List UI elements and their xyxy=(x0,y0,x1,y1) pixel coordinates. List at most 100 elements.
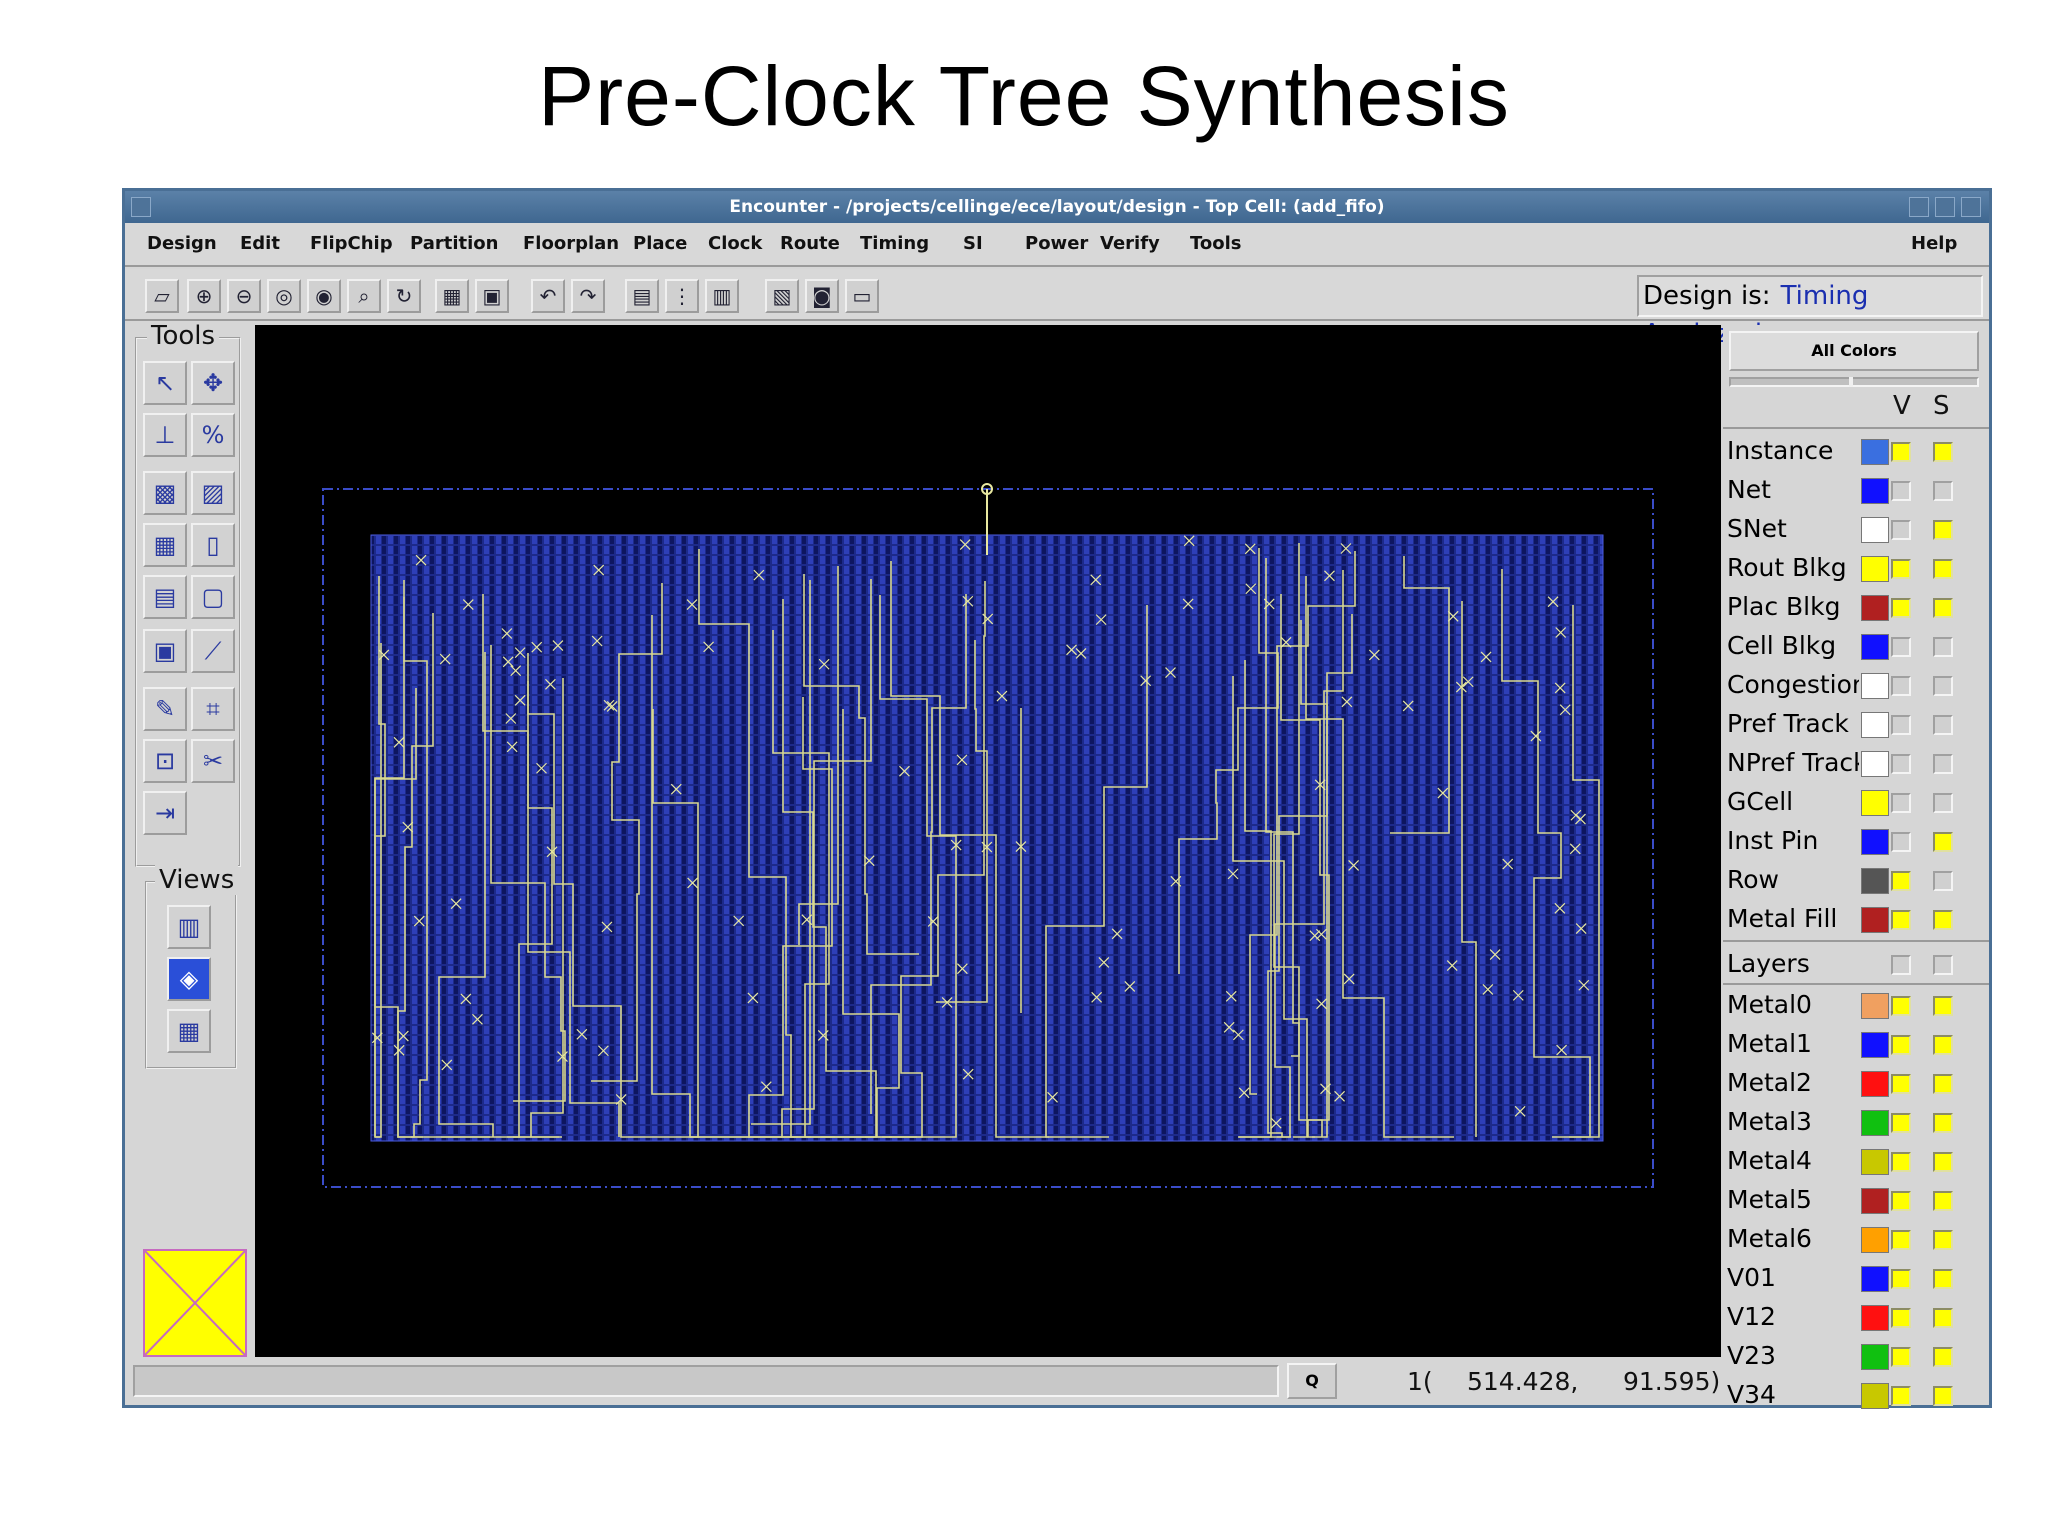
window-titlebar[interactable]: Encounter - /projects/cellinge/ece/layou… xyxy=(125,191,1989,223)
layout-canvas[interactable] xyxy=(255,325,1721,1357)
minimize-button[interactable] xyxy=(1909,197,1929,217)
summary-report-icon[interactable]: ▤ xyxy=(625,279,659,313)
wire-icon[interactable]: ⟋ xyxy=(191,629,235,673)
visible-checkbox[interactable] xyxy=(1891,754,1911,774)
color-swatch[interactable] xyxy=(1861,1227,1889,1253)
percent-icon[interactable]: % xyxy=(191,413,235,457)
add-pin-icon[interactable]: ⇥ xyxy=(143,791,187,835)
zoom-in-icon[interactable]: ⊕ xyxy=(187,279,221,313)
physical-view-icon[interactable]: ▦ xyxy=(167,1009,211,1053)
menu-si[interactable]: SI xyxy=(963,233,983,254)
zoom-previous-icon[interactable]: ⌕ xyxy=(347,279,381,313)
layers-visible-all-checkbox[interactable] xyxy=(1891,955,1911,975)
menu-floorplan[interactable]: Floorplan xyxy=(523,233,619,254)
layer-row-congestion[interactable]: Congestion xyxy=(1723,665,1989,704)
menu-power[interactable]: Power xyxy=(1025,233,1088,254)
resize-icon[interactable]: ▯ xyxy=(191,523,235,567)
color-swatch[interactable] xyxy=(1861,634,1889,660)
visible-checkbox[interactable] xyxy=(1891,1074,1911,1094)
color-swatch[interactable] xyxy=(1861,556,1889,582)
selectable-checkbox[interactable] xyxy=(1933,637,1953,657)
visible-checkbox[interactable] xyxy=(1891,520,1911,540)
selectable-checkbox[interactable] xyxy=(1933,442,1953,462)
layer-row-metal1[interactable]: Metal1 xyxy=(1723,1024,1989,1063)
selectable-checkbox[interactable] xyxy=(1933,910,1953,930)
layer-row-metal4[interactable]: Metal4 xyxy=(1723,1141,1989,1180)
color-swatch[interactable] xyxy=(1861,478,1889,504)
selectable-checkbox[interactable] xyxy=(1933,1308,1953,1328)
menu-route[interactable]: Route xyxy=(780,233,840,254)
layer-row-row[interactable]: Row xyxy=(1723,860,1989,899)
selectable-checkbox[interactable] xyxy=(1933,1347,1953,1367)
layer-row-net[interactable]: Net xyxy=(1723,470,1989,509)
place-instance-icon[interactable]: ▩ xyxy=(143,471,187,515)
query-button[interactable]: Q xyxy=(1287,1363,1337,1399)
zoom-fit-icon[interactable]: ◎ xyxy=(267,279,301,313)
layer-row-cell-blkg[interactable]: Cell Blkg xyxy=(1723,626,1989,665)
layer-row-v23[interactable]: V23 xyxy=(1723,1336,1989,1375)
layer-row-snet[interactable]: SNet xyxy=(1723,509,1989,548)
layer-row-metal0[interactable]: Metal0 xyxy=(1723,985,1989,1024)
grid-icon[interactable]: ▦ xyxy=(143,523,187,567)
layout-thumbnail[interactable] xyxy=(143,1249,247,1357)
selectable-checkbox[interactable] xyxy=(1933,754,1953,774)
menu-timing[interactable]: Timing xyxy=(860,233,929,254)
menu-design[interactable]: Design xyxy=(147,233,217,254)
visible-checkbox[interactable] xyxy=(1891,598,1911,618)
layer-row-pref-track[interactable]: Pref Track xyxy=(1723,704,1989,743)
layer-row-metal2[interactable]: Metal2 xyxy=(1723,1063,1989,1102)
copy-row-icon[interactable]: ▢ xyxy=(191,575,235,619)
visible-checkbox[interactable] xyxy=(1891,1035,1911,1055)
selectable-checkbox[interactable] xyxy=(1933,676,1953,696)
menu-help[interactable]: Help xyxy=(1911,233,1957,254)
visible-checkbox[interactable] xyxy=(1891,1269,1911,1289)
selectable-checkbox[interactable] xyxy=(1933,1386,1953,1406)
all-colors-button[interactable]: All Colors xyxy=(1729,331,1979,371)
menu-tools[interactable]: Tools xyxy=(1190,233,1242,254)
visible-checkbox[interactable] xyxy=(1891,1308,1911,1328)
selectable-checkbox[interactable] xyxy=(1933,1152,1953,1172)
selectable-checkbox[interactable] xyxy=(1933,871,1953,891)
color-swatch[interactable] xyxy=(1861,868,1889,894)
color-swatch[interactable] xyxy=(1861,439,1889,465)
ruler-icon[interactable]: ⊥ xyxy=(143,413,187,457)
clipboard-icon[interactable]: ▧ xyxy=(765,279,799,313)
layer-row-gcell[interactable]: GCell xyxy=(1723,782,1989,821)
layer-row-metal-fill[interactable]: Metal Fill xyxy=(1723,899,1989,938)
move-icon[interactable]: ✥ xyxy=(191,361,235,405)
maximize-button[interactable] xyxy=(1935,197,1955,217)
menu-place[interactable]: Place xyxy=(633,233,687,254)
place-module-icon[interactable]: ▨ xyxy=(191,471,235,515)
visible-checkbox[interactable] xyxy=(1891,481,1911,501)
design-browser-icon[interactable]: ⋮ xyxy=(665,279,699,313)
selectable-checkbox[interactable] xyxy=(1933,598,1953,618)
selectable-checkbox[interactable] xyxy=(1933,1191,1953,1211)
refresh-icon[interactable]: ↻ xyxy=(387,279,421,313)
stretch-icon[interactable]: ⊡ xyxy=(143,739,187,783)
color-swatch[interactable] xyxy=(1861,993,1889,1019)
visible-checkbox[interactable] xyxy=(1891,910,1911,930)
layer-row-v34[interactable]: V34 xyxy=(1723,1375,1989,1414)
visible-checkbox[interactable] xyxy=(1891,871,1911,891)
new-design-icon[interactable]: ▱ xyxy=(145,279,179,313)
selectable-checkbox[interactable] xyxy=(1933,559,1953,579)
menu-verify[interactable]: Verify xyxy=(1100,233,1160,254)
visible-checkbox[interactable] xyxy=(1891,715,1911,735)
visible-checkbox[interactable] xyxy=(1891,1386,1911,1406)
visibility-slider[interactable] xyxy=(1729,377,1979,387)
color-swatch[interactable] xyxy=(1861,790,1889,816)
color-swatch[interactable] xyxy=(1861,712,1889,738)
color-swatch[interactable] xyxy=(1861,1149,1889,1175)
menu-flipchip[interactable]: FlipChip xyxy=(310,233,393,254)
layer-row-rout-blkg[interactable]: Rout Blkg xyxy=(1723,548,1989,587)
zoom-out-icon[interactable]: ⊖ xyxy=(227,279,261,313)
cut-row-icon[interactable]: ▤ xyxy=(143,575,187,619)
layer-row-v12[interactable]: V12 xyxy=(1723,1297,1989,1336)
zoom-selected-icon[interactable]: ◉ xyxy=(307,279,341,313)
menu-partition[interactable]: Partition xyxy=(410,233,498,254)
undo-icon[interactable]: ↶ xyxy=(531,279,565,313)
color-swatch[interactable] xyxy=(1861,1032,1889,1058)
color-swatch[interactable] xyxy=(1861,1110,1889,1136)
color-swatch[interactable] xyxy=(1861,751,1889,777)
edit-wire-icon[interactable]: ✎ xyxy=(143,687,187,731)
